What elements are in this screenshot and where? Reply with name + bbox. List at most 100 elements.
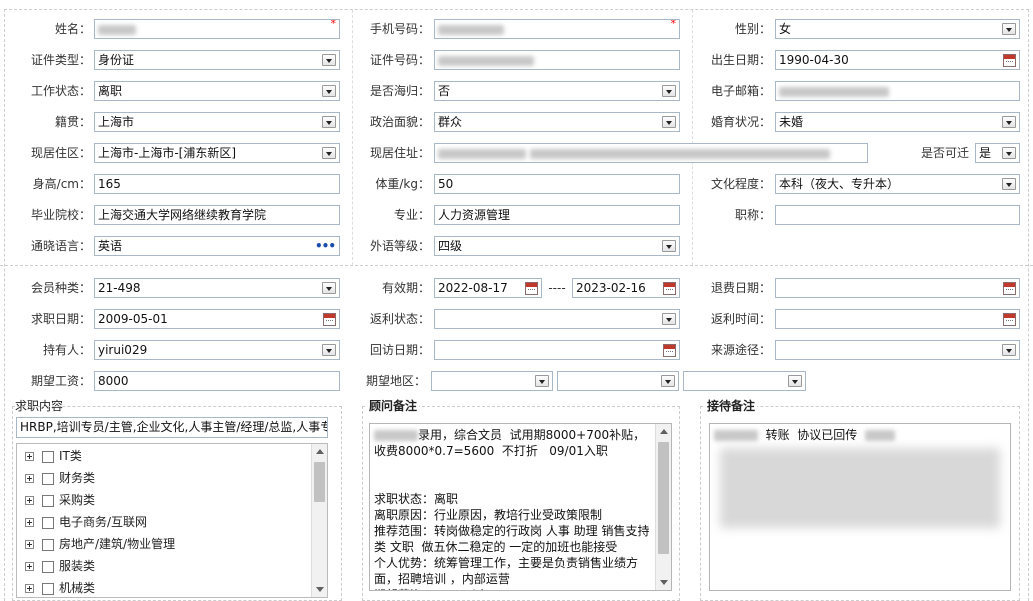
expected-salary-input[interactable]: 8000 (94, 371, 340, 391)
expand-icon[interactable] (25, 584, 34, 593)
school-input[interactable]: 上海交通大学网络继续教育学院 (94, 205, 340, 225)
vertical-scrollbar[interactable] (655, 424, 671, 590)
category-tree[interactable]: IT类 财务类 采购类 电子商务/互联网 房地产/建筑/物业管理 服装类 机械类 (16, 443, 328, 598)
foreign-level-select[interactable]: 四级 (434, 236, 680, 256)
scroll-up-icon[interactable] (660, 429, 668, 434)
advisor-notes-textarea[interactable]: 录用，综合文员 试用期8000+700补贴，收费8000*0.7=5600 不打… (369, 423, 672, 591)
chevron-down-icon[interactable] (1002, 178, 1016, 190)
tree-item[interactable]: 财务类 (25, 469, 95, 487)
chevron-down-icon[interactable] (662, 313, 676, 325)
expand-icon[interactable] (25, 496, 34, 505)
holder-select[interactable]: yirui029 (94, 340, 340, 360)
revisit-date-input[interactable] (434, 340, 680, 360)
chevron-down-icon[interactable] (322, 147, 336, 159)
calendar-icon[interactable] (663, 282, 676, 295)
expand-icon[interactable] (25, 452, 34, 461)
calendar-icon[interactable] (525, 282, 538, 295)
scroll-down-icon[interactable] (316, 587, 324, 592)
major-input[interactable]: 人力资源管理 (434, 205, 680, 225)
email-input[interactable] (775, 81, 1020, 101)
checkbox[interactable] (42, 538, 54, 551)
chevron-down-icon[interactable] (1002, 147, 1016, 159)
calendar-icon[interactable] (323, 313, 336, 326)
checkbox[interactable] (42, 582, 54, 595)
height-input[interactable]: 165 (94, 174, 340, 194)
native-place-select[interactable]: 上海市 (94, 112, 340, 132)
phone-input[interactable]: * (434, 19, 680, 39)
expand-icon[interactable] (25, 562, 34, 571)
political-select[interactable]: 群众 (434, 112, 680, 132)
calendar-icon[interactable] (663, 344, 676, 357)
chevron-down-icon[interactable] (322, 116, 336, 128)
reception-notes-textarea[interactable]: 转账 协议已回传 (709, 423, 1011, 591)
gender-select[interactable]: 女 (775, 19, 1020, 39)
phone-label: 手机号码： (369, 22, 430, 36)
chevron-down-icon[interactable] (1002, 344, 1016, 356)
checkbox[interactable] (42, 450, 54, 463)
scroll-thumb[interactable] (658, 442, 669, 554)
scroll-thumb[interactable] (314, 462, 325, 502)
tree-item[interactable]: 服装类 (25, 557, 95, 575)
residence-area-select[interactable]: 上海市-上海市-[浦东新区] (94, 143, 340, 163)
valid-from-input[interactable]: 2022-08-17 (434, 278, 542, 298)
reception-notes-text: 转账 协议已回传 (765, 428, 858, 442)
calendar-icon[interactable] (1003, 54, 1016, 67)
tree-item[interactable]: 机械类 (25, 579, 95, 597)
weight-input[interactable]: 50 (434, 174, 680, 194)
tree-item[interactable]: 房地产/建筑/物业管理 (25, 535, 175, 553)
expected-area-province-select[interactable] (431, 371, 553, 391)
birth-date-input[interactable]: 1990-04-30 (775, 50, 1020, 70)
checkbox[interactable] (42, 472, 54, 485)
native-place-value: 上海市 (98, 115, 135, 129)
chevron-down-icon[interactable] (322, 282, 336, 294)
expand-icon[interactable] (25, 474, 34, 483)
valid-to-input[interactable]: 2023-02-16 (572, 278, 680, 298)
chevron-down-icon[interactable] (661, 375, 675, 387)
political-value: 群众 (438, 115, 463, 129)
more-icon[interactable]: ••• (315, 240, 336, 252)
marital-select[interactable]: 未婚 (775, 112, 1020, 132)
chevron-down-icon[interactable] (322, 344, 336, 356)
id-number-input[interactable] (434, 50, 680, 70)
job-content-summary[interactable]: HRBP,培训专员/主管,企业文化,人事主管/经理/总监,人事专 (16, 417, 328, 438)
education-select[interactable]: 本科（夜大、专升本） (775, 174, 1020, 194)
job-seek-date-input[interactable]: 2009-05-01 (94, 309, 340, 329)
chevron-down-icon[interactable] (662, 116, 676, 128)
residence-address-input[interactable] (434, 143, 868, 163)
chevron-down-icon[interactable] (1002, 116, 1016, 128)
vertical-scrollbar[interactable] (311, 444, 327, 597)
overseas-select[interactable]: 否 (434, 81, 680, 101)
chevron-down-icon[interactable] (1002, 23, 1016, 35)
tree-item[interactable]: 电子商务/互联网 (25, 513, 147, 531)
expected-area-district-select[interactable] (683, 371, 806, 391)
title-input[interactable] (775, 205, 1020, 225)
expand-icon[interactable] (25, 540, 34, 549)
chevron-down-icon[interactable] (535, 375, 549, 387)
source-select[interactable] (775, 340, 1020, 360)
work-status-select[interactable]: 离职 (94, 81, 340, 101)
expand-icon[interactable] (25, 518, 34, 527)
scroll-up-icon[interactable] (316, 449, 324, 454)
scroll-down-icon[interactable] (660, 580, 668, 585)
chevron-down-icon[interactable] (322, 54, 336, 66)
expected-area-city-select[interactable] (557, 371, 679, 391)
chevron-down-icon[interactable] (662, 240, 676, 252)
member-type-select[interactable]: 21-498 (94, 278, 340, 298)
chevron-down-icon[interactable] (662, 85, 676, 97)
id-type-select[interactable]: 身份证 (94, 50, 340, 70)
checkbox[interactable] (42, 516, 54, 529)
chevron-down-icon[interactable] (322, 85, 336, 97)
tree-item[interactable]: 采购类 (25, 491, 95, 509)
chevron-down-icon[interactable] (788, 375, 802, 387)
rebate-status-select[interactable] (434, 309, 680, 329)
relocate-select[interactable]: 是 (975, 143, 1020, 163)
rebate-time-input[interactable] (775, 309, 1020, 329)
checkbox[interactable] (42, 494, 54, 507)
name-input[interactable]: * (94, 19, 340, 39)
languages-input[interactable]: 英语 ••• (94, 236, 340, 256)
checkbox[interactable] (42, 560, 54, 573)
tree-item[interactable]: IT类 (25, 447, 82, 465)
calendar-icon[interactable] (1003, 313, 1016, 326)
calendar-icon[interactable] (1003, 282, 1016, 295)
refund-date-input[interactable] (775, 278, 1020, 298)
